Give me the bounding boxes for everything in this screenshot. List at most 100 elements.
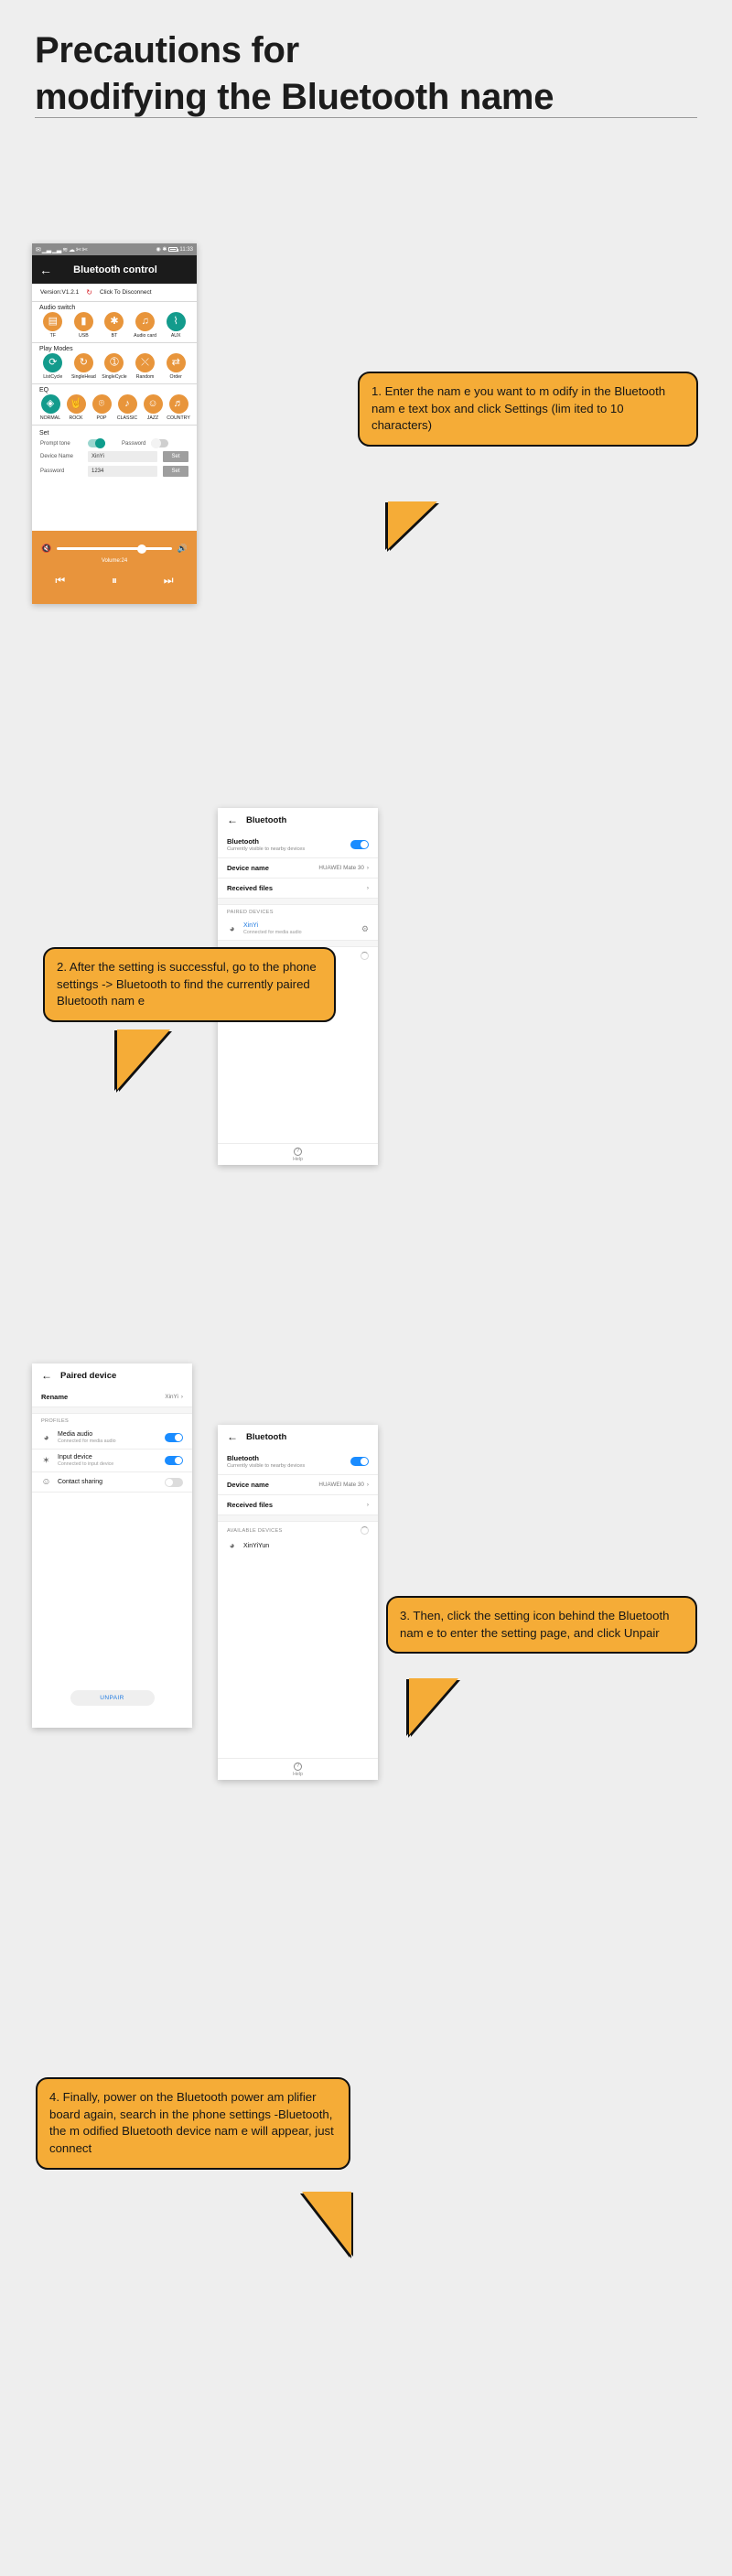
play-mode-item-singlehead[interactable]: ↻ SingleHead bbox=[69, 353, 100, 380]
password-set-button[interactable]: Set bbox=[163, 466, 188, 477]
device-name-value-group: HUAWEI Mate 30 › bbox=[318, 1482, 369, 1488]
gear-icon[interactable]: ⚙ bbox=[361, 924, 369, 934]
chevron-right-icon: › bbox=[180, 1394, 183, 1400]
password-input[interactable]: 1234 bbox=[88, 466, 157, 477]
available-device-name: XinYiYun bbox=[243, 1543, 270, 1549]
play-pause-icon[interactable]: ⏸ bbox=[112, 574, 117, 587]
device-name-input[interactable]: XinYi bbox=[88, 451, 157, 462]
mute-icon[interactable]: 🔇 bbox=[41, 544, 51, 554]
app-bar: ← Paired device bbox=[32, 1363, 192, 1387]
back-arrow-icon[interactable]: ← bbox=[227, 1430, 238, 1443]
disconnect-link[interactable]: Click To Disconnect bbox=[100, 289, 152, 296]
music-note-icon: ♫ bbox=[135, 312, 156, 331]
eq-pop-icon: ⌾ bbox=[92, 394, 112, 414]
refresh-icon[interactable]: ↻ bbox=[86, 288, 92, 296]
phone-screenshot-paired-device: ← Paired device Rename XinYi › PROFILES … bbox=[32, 1363, 192, 1728]
available-devices-caption: AVAILABLE DEVICES bbox=[227, 1527, 283, 1534]
audio-switch-title: Audio switch bbox=[39, 305, 76, 311]
section-divider bbox=[218, 899, 378, 905]
profile-row-media-audio[interactable]: ◕ Media audio Connected for media audio bbox=[32, 1427, 192, 1450]
version-label: Version:V1.2.1 bbox=[40, 289, 80, 296]
eq-label: JAZZ bbox=[146, 415, 159, 421]
prompt-tone-toggle[interactable] bbox=[88, 438, 105, 448]
eq-item-normal[interactable]: ◈ NORMAL bbox=[38, 394, 63, 421]
audio-switch-item-audio-card[interactable]: ♫ Audio card bbox=[130, 312, 161, 339]
player-bar: 🔇 🔊 Volume:24 ⏮ ⏸ ⏭ bbox=[32, 531, 197, 604]
rename-row[interactable]: Rename XinYi › bbox=[32, 1387, 192, 1407]
status-bar-right-icons: ◉ ✱ bbox=[156, 247, 167, 253]
help-label: Help bbox=[293, 1771, 303, 1777]
eq-normal-icon: ◈ bbox=[40, 394, 60, 414]
media-audio-toggle[interactable] bbox=[165, 1433, 183, 1442]
paired-device-text: XinYi Connected for media audio bbox=[243, 922, 355, 935]
bluetooth-label: Bluetooth bbox=[227, 837, 259, 846]
bluetooth-toggle[interactable] bbox=[350, 840, 369, 849]
play-mode-item-order[interactable]: ⇄ Order bbox=[160, 353, 191, 380]
headphone-icon: ◕ bbox=[229, 1541, 235, 1551]
audio-switch-item-usb[interactable]: ▮ USB bbox=[69, 312, 100, 339]
help-label: Help bbox=[293, 1156, 303, 1162]
list-cycle-icon: ⟳ bbox=[43, 353, 63, 372]
play-mode-label: SingleCycle bbox=[102, 374, 127, 380]
rename-label: Rename bbox=[41, 1393, 69, 1401]
received-files-row[interactable]: Received files › bbox=[218, 1495, 378, 1515]
password-toggle[interactable] bbox=[151, 438, 169, 448]
device-name-set-button[interactable]: Set bbox=[163, 451, 188, 462]
bluetooth-icon: ✶ bbox=[42, 1455, 50, 1466]
input-device-toggle[interactable] bbox=[165, 1456, 183, 1465]
back-arrow-icon[interactable]: ← bbox=[39, 263, 52, 277]
audio-switch-item-tf[interactable]: ▤ TF bbox=[38, 312, 69, 339]
eq-item-jazz[interactable]: ☺ JAZZ bbox=[140, 394, 166, 421]
callout-step-1-tail bbox=[388, 501, 437, 549]
device-name-value: HUAWEI Mate 30 bbox=[318, 1482, 364, 1488]
play-mode-item-listcycle[interactable]: ⟳ ListCycle bbox=[38, 353, 69, 380]
volume-slider[interactable] bbox=[57, 544, 172, 554]
paired-device-status: Connected for media audio bbox=[243, 930, 302, 935]
eq-item-country[interactable]: ♬ COUNTRY bbox=[166, 394, 191, 421]
eq-item-rock[interactable]: 🤘 ROCK bbox=[63, 394, 89, 421]
profile-row-contact-sharing[interactable]: ☺ Contact sharing bbox=[32, 1472, 192, 1493]
received-files-chevron-group: › bbox=[367, 885, 369, 891]
profile-row-input-device[interactable]: ✶ Input device Connected to input device bbox=[32, 1450, 192, 1472]
eq-jazz-icon: ☺ bbox=[143, 394, 163, 414]
audio-switch-label: Audio card bbox=[134, 333, 156, 339]
contact-sharing-toggle[interactable] bbox=[165, 1477, 183, 1487]
profile-title: Input device bbox=[58, 1454, 92, 1460]
help-footer[interactable]: ? Help bbox=[218, 1143, 378, 1165]
section-divider bbox=[218, 1515, 378, 1522]
callout-step-3-tail bbox=[409, 1678, 458, 1735]
eq-item-classic[interactable]: ♪ CLASSIC bbox=[114, 394, 140, 421]
device-name-row[interactable]: Device name HUAWEI Mate 30 › bbox=[218, 858, 378, 878]
volume-up-icon[interactable]: 🔊 bbox=[178, 544, 188, 554]
bluetooth-toggle[interactable] bbox=[350, 1457, 369, 1466]
next-track-icon[interactable]: ⏭ bbox=[164, 574, 174, 587]
eq-item-pop[interactable]: ⌾ POP bbox=[89, 394, 114, 421]
shuffle-icon: ⤬ bbox=[135, 353, 156, 372]
device-name-value: HUAWEI Mate 30 bbox=[318, 865, 364, 871]
play-mode-item-singlecycle[interactable]: ➀ SingleCycle bbox=[99, 353, 130, 380]
page-title: Precautions for modifying the Bluetooth … bbox=[35, 27, 694, 121]
bluetooth-toggle-row[interactable]: Bluetooth Currently visible to nearby de… bbox=[218, 1449, 378, 1475]
prompt-tone-row: Prompt tone Password bbox=[32, 437, 197, 449]
paired-device-row[interactable]: ◕ XinYi Connected for media audio ⚙ bbox=[218, 918, 378, 941]
play-mode-item-random[interactable]: ⤬ Random bbox=[130, 353, 161, 380]
status-bar-left-icons: ✉ ▁▃ ▁▃ ≋ ☁ ✄ ✄ bbox=[36, 246, 88, 253]
help-footer[interactable]: ? Help bbox=[218, 1758, 378, 1780]
app-bar-title: Paired device bbox=[60, 1370, 117, 1381]
audio-switch-item-bt[interactable]: ✱ BT bbox=[99, 312, 130, 339]
back-arrow-icon[interactable]: ← bbox=[41, 1369, 52, 1382]
received-files-row[interactable]: Received files › bbox=[218, 878, 378, 899]
eq-label: ROCK bbox=[69, 415, 83, 421]
play-modes-title: Play Modes bbox=[39, 346, 73, 352]
bluetooth-toggle-row[interactable]: Bluetooth Currently visible to nearby de… bbox=[218, 832, 378, 858]
previous-track-icon[interactable]: ⏮ bbox=[55, 574, 65, 587]
back-arrow-icon[interactable]: ← bbox=[227, 814, 238, 826]
device-name-row[interactable]: Device name HUAWEI Mate 30 › bbox=[218, 1475, 378, 1495]
audio-switch-item-aux[interactable]: ⌇ AUX bbox=[160, 312, 191, 339]
available-device-row[interactable]: ◕ XinYiYun bbox=[218, 1536, 378, 1556]
device-name-label: Device name bbox=[227, 864, 269, 872]
volume-slider-knob[interactable] bbox=[137, 544, 147, 554]
password-toggle-label: Password bbox=[122, 440, 146, 447]
unpair-button[interactable]: UNPAIR bbox=[70, 1690, 155, 1706]
eq-label: COUNTRY bbox=[167, 415, 190, 421]
